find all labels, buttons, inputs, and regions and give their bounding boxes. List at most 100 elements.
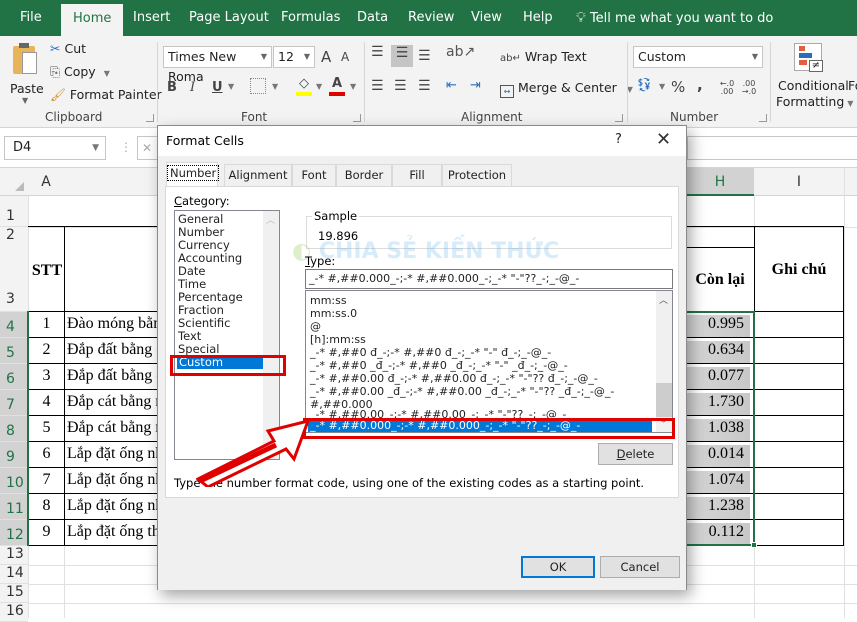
cell-description[interactable]: Đào móng bằn [67, 315, 157, 333]
tab-border[interactable]: Border [336, 164, 392, 186]
cell-stt[interactable]: 5 [29, 419, 64, 437]
ok-button[interactable]: OK [521, 556, 595, 578]
tab-number[interactable]: Number [166, 162, 220, 187]
number-format-select[interactable]: Custom ▼ [633, 46, 763, 68]
type-list-item[interactable]: @ [310, 320, 321, 333]
type-scrollbar[interactable]: ︿ ﹀ [656, 291, 672, 432]
column-header-h[interactable]: H [686, 168, 754, 196]
merge-center-button[interactable]: ↔ Merge & Center ▼ [500, 80, 633, 98]
cell-description[interactable]: Lắp đặt ống nh [67, 445, 157, 463]
fill-color-dropdown[interactable]: ▼ [316, 82, 322, 91]
tell-me-search[interactable]: 💡︎ Tell me what you want to do [576, 0, 773, 36]
format-painter-button[interactable]: 🖌︎ Format Painter [50, 87, 162, 103]
decrease-font-size-icon[interactable]: A [341, 50, 349, 64]
wrap-text-button[interactable]: ab↵ Wrap Text [500, 49, 587, 64]
middle-align-icon[interactable]: ☰ [391, 45, 413, 67]
italic-button[interactable]: I [190, 80, 195, 95]
row-header-15[interactable]: 15 [0, 584, 28, 603]
align-left-icon[interactable]: ☰ [371, 78, 384, 94]
underline-dropdown[interactable]: ▼ [228, 82, 234, 91]
type-scrollbar-thumb[interactable] [656, 383, 672, 417]
format-as-table-button[interactable]: Fo [848, 78, 857, 93]
row-header-4[interactable]: 4 [0, 312, 28, 338]
conditional-formatting-button[interactable]: ≠ Conditional Formatting ▼ [776, 40, 853, 109]
column-header-a[interactable]: A [28, 168, 64, 196]
borders-icon[interactable] [250, 78, 266, 94]
font-dialog-launcher[interactable] [353, 114, 361, 122]
cell-description[interactable]: Lắp đặt ống th [67, 523, 157, 541]
increase-decimal-icon[interactable]: ←.0.00 [718, 80, 736, 96]
tab-help[interactable]: Help [523, 0, 553, 36]
cell-description[interactable]: Đắp cát bằng n [67, 393, 157, 411]
row-header-7[interactable]: 7 [0, 390, 28, 416]
row-header-3[interactable]: 3 [0, 247, 28, 312]
cell-stt[interactable]: 7 [29, 471, 64, 489]
bold-button[interactable]: B [167, 80, 177, 95]
cancel-button[interactable]: Cancel [600, 556, 680, 578]
row-header-6[interactable]: 6 [0, 364, 28, 390]
row-header-13[interactable]: 13 [0, 546, 28, 565]
column-header-j[interactable] [844, 168, 857, 196]
align-center-icon[interactable]: ☰ [394, 78, 407, 94]
comma-style-button[interactable]: , [697, 76, 703, 94]
tab-alignment[interactable]: Alignment [224, 164, 292, 186]
tab-insert[interactable]: Insert [133, 0, 170, 36]
clipboard-dialog-launcher[interactable] [146, 114, 154, 122]
row-header-11[interactable]: 11 [0, 494, 28, 520]
orientation-icon[interactable]: ab↗ [446, 44, 475, 60]
cell-description[interactable]: Đắp đất bằng c [67, 367, 157, 385]
column-header-i[interactable]: I [754, 168, 844, 196]
tab-review[interactable]: Review [408, 0, 454, 36]
tab-home[interactable]: Home [61, 4, 124, 36]
row-header-12[interactable]: 12 [0, 520, 28, 546]
align-right-icon[interactable]: ☰ [418, 78, 431, 94]
row-header-9[interactable]: 9 [0, 442, 28, 468]
row-header-14[interactable]: 14 [0, 565, 28, 584]
row-header-5[interactable]: 5 [0, 338, 28, 364]
cut-button[interactable]: ✂ Cut [50, 41, 86, 56]
bottom-align-icon[interactable]: ☰ [418, 48, 431, 64]
borders-dropdown[interactable]: ▼ [272, 82, 278, 91]
cell-stt[interactable]: 2 [29, 341, 64, 359]
type-list-item[interactable]: _-* #,##0.00 _đ_-;-* #,##0.00 _đ_-;_-* "… [310, 385, 614, 398]
delete-button[interactable]: Delete [598, 443, 673, 465]
fill-color-icon[interactable]: ◇ [296, 76, 312, 96]
type-list-item[interactable]: [h]:mm:ss [310, 333, 366, 346]
cell-stt[interactable]: 3 [29, 367, 64, 385]
cell-description[interactable]: Đắp đất bằng c [67, 341, 157, 359]
tab-font[interactable]: Font [292, 164, 336, 186]
copy-button[interactable]: ⎘ Copy ▼ [50, 64, 110, 80]
paste-button[interactable]: Paste ▼ [8, 42, 44, 108]
type-list-item[interactable]: _-* #,##0 đ_-;-* #,##0 đ_-;_-* "-" đ_-;_… [310, 346, 551, 359]
font-color-dropdown[interactable]: ▼ [350, 82, 356, 91]
tab-view[interactable]: View [471, 0, 502, 36]
type-list-item[interactable]: _-* #,##0.00 đ_-;-* #,##0.00 đ_-;_-* "-"… [310, 372, 598, 385]
cell-stt[interactable]: 4 [29, 393, 64, 411]
tab-data[interactable]: Data [357, 0, 388, 36]
type-list[interactable]: mm:ss mm:ss.0 @ [h]:mm:ss _-* #,##0 đ_-;-* #… [305, 290, 673, 433]
cell-stt[interactable]: 6 [29, 445, 64, 463]
font-color-icon[interactable]: A [329, 76, 345, 96]
tab-page-layout[interactable]: Page Layout [189, 0, 269, 36]
font-size-select[interactable]: 12 ▼ [273, 46, 315, 68]
row-header-16[interactable]: 16 [0, 603, 28, 622]
underline-button[interactable]: U [212, 80, 223, 95]
formula-input[interactable] [687, 136, 857, 160]
decrease-indent-icon[interactable]: ⇤ [446, 78, 457, 93]
increase-indent-icon[interactable]: ⇥ [470, 78, 481, 93]
header-stt[interactable]: STT [30, 262, 64, 280]
cell-description[interactable]: Lắp đặt ống nh [67, 471, 157, 489]
cell-description[interactable]: Đắp cát bằng n [67, 419, 157, 437]
cell-stt[interactable]: 8 [29, 497, 64, 515]
tab-formulas[interactable]: Formulas [281, 0, 340, 36]
row-header-1[interactable]: 1 [0, 196, 28, 227]
type-input[interactable]: _-* #,##0.000_-;-* #,##0.000_-;_-* "-"??… [305, 269, 673, 289]
type-list-item[interactable]: mm:ss [310, 294, 347, 307]
cell-stt[interactable]: 1 [29, 315, 64, 333]
header-ghi-chu[interactable]: Ghi chú [754, 261, 844, 279]
tab-file[interactable]: File [20, 0, 42, 36]
tab-protection[interactable]: Protection [442, 164, 512, 186]
cell-stt[interactable]: 9 [29, 523, 64, 541]
percent-style-button[interactable]: % [671, 78, 685, 96]
name-box[interactable]: D4 ▼ [4, 136, 106, 160]
